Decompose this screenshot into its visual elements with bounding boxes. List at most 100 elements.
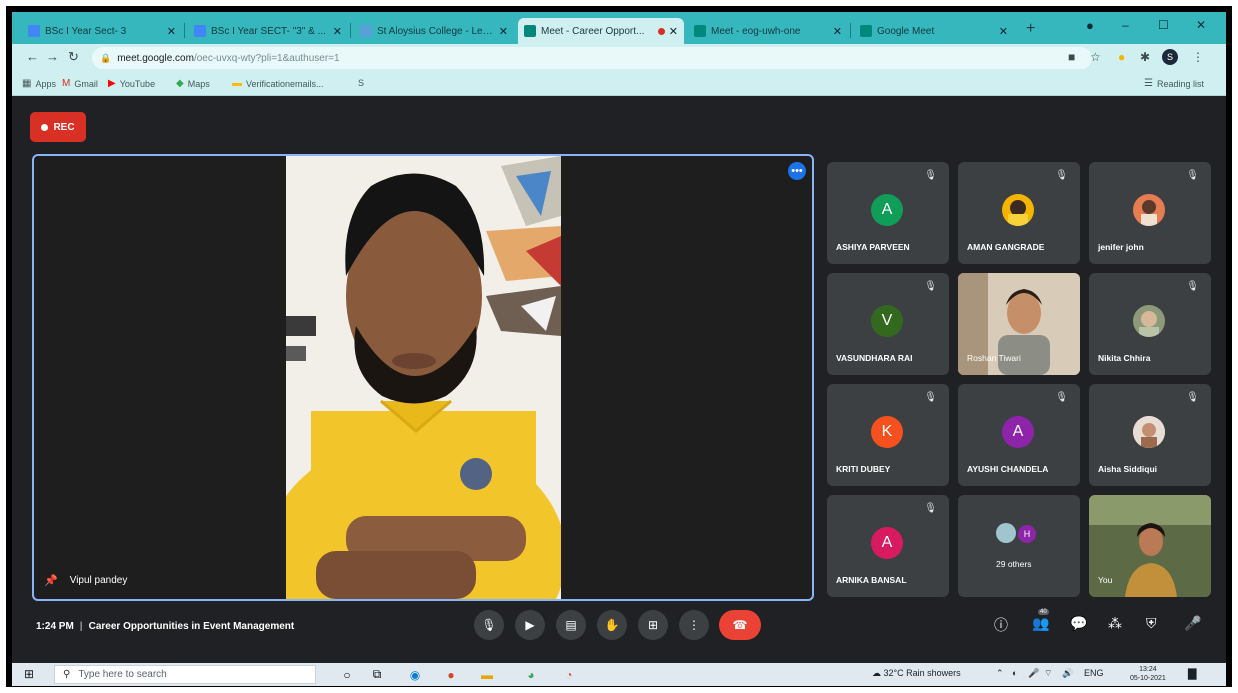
raise-hand-button[interactable]: ✋ — [597, 610, 627, 640]
volume-icon[interactable]: 🔊 — [1062, 668, 1073, 679]
bookmark-gmail[interactable]: M Gmail — [62, 78, 98, 89]
bookmark-maps[interactable]: ◆ Maps — [176, 78, 210, 89]
wifi-icon[interactable]: ⌔ — [1044, 668, 1052, 679]
bookmark-youtube[interactable]: ▶ YouTube — [108, 78, 155, 89]
weather-widget[interactable]: ☁ 32°C Rain showers — [872, 668, 961, 679]
tab-st-aloysius[interactable]: St Aloysius College - Learn... ✕ — [354, 18, 514, 44]
file-explorer-icon[interactable]: ▬ — [478, 666, 496, 683]
bookmark-label: Maps — [187, 78, 210, 89]
bookmark-label: YouTube — [119, 78, 156, 89]
avatar[interactable]: S — [1162, 49, 1178, 65]
puzzle-icon[interactable]: ✱ — [1140, 50, 1150, 64]
reload-icon[interactable]: ↻ — [68, 49, 79, 65]
bookmark-apps[interactable]: ▦ Apps — [22, 78, 56, 89]
participant-tile[interactable]: 🎙 Nikita Chhira — [1089, 273, 1211, 375]
address-bar[interactable]: 🔒 meet.google.com /oec-uvxq-wty?pli=1&au… — [92, 47, 1092, 69]
meet-icon — [694, 25, 706, 37]
recording-button[interactable]: REC — [30, 112, 86, 142]
close-icon[interactable]: ✕ — [499, 25, 508, 38]
maximize-button[interactable]: ☐ — [1158, 18, 1169, 32]
tab-bsc-sect3[interactable]: BSc I Year Sect- 3 ✕ — [22, 18, 182, 44]
chrome-icon[interactable]: ◕ — [522, 666, 540, 683]
bookmark-s[interactable]: S — [358, 78, 364, 88]
camera-icon: ▶ — [525, 618, 535, 632]
more-options-button[interactable]: ⋮ — [679, 610, 709, 640]
close-icon[interactable]: ✕ — [999, 25, 1008, 38]
chevron-up-icon[interactable]: ⌃ — [996, 668, 1004, 679]
minimize-button[interactable]: – — [1122, 18, 1129, 32]
present-button[interactable]: ⊞ — [638, 610, 668, 640]
mic-tray-icon[interactable]: 🎤 — [1028, 668, 1039, 679]
participant-tile[interactable]: 🎙 Aisha Siddiqui — [1089, 384, 1211, 486]
mic-button[interactable]: 🎙 — [474, 610, 504, 640]
avatar — [1002, 194, 1034, 226]
participant-tile[interactable]: 🎙 AMAN GANGRADE — [958, 162, 1080, 264]
tab-meet-career[interactable]: Meet - Career Opport... ✕ — [518, 18, 684, 44]
forward-arrow-icon[interactable]: → — [46, 49, 59, 64]
participant-tile[interactable]: 🎙 A AYUSHI CHANDELA — [958, 384, 1080, 486]
youtube-icon: ▶ — [108, 78, 116, 89]
activities-button[interactable]: ⁂ — [1108, 615, 1122, 632]
system-clock[interactable]: 13:24 05-10-2021 — [1130, 665, 1166, 683]
present-icon: ⊞ — [647, 618, 659, 632]
edge-icon[interactable]: ◉ — [406, 666, 424, 683]
new-tab-button[interactable]: + — [1026, 20, 1035, 38]
back-arrow-icon[interactable]: ← — [26, 49, 39, 64]
participant-tile[interactable]: 🎙 K KRITI DUBEY — [827, 384, 949, 486]
powerpoint-icon[interactable]: ● — [442, 666, 460, 683]
close-icon[interactable]: ✕ — [833, 25, 842, 38]
presenter-tile[interactable]: ••• 📌 Vipul pandey — [32, 154, 814, 601]
info-button[interactable]: ⓘ — [994, 615, 1008, 635]
meet-controls-bar: 1:24 PM | Career Opportunities in Event Ma… — [12, 601, 1226, 663]
bookmark-icon: ▬ — [232, 78, 242, 89]
others-tile[interactable]: H 29 others — [958, 495, 1080, 597]
participant-name: ASHIYA PARVEEN — [836, 242, 910, 252]
star-icon[interactable]: ☆ — [1090, 50, 1101, 64]
participant-name: Aisha Siddiqui — [1098, 464, 1158, 474]
record-icon — [41, 123, 49, 131]
people-button[interactable]: 40 👥 — [1032, 609, 1049, 632]
task-view-icon[interactable]: ⧉ — [368, 666, 386, 683]
windows-start-icon[interactable]: ⊞ — [24, 667, 34, 681]
camera-indicator-icon[interactable]: ■ — [1068, 50, 1075, 64]
tab-title: Meet - Career Opport... — [541, 25, 645, 37]
extension-icon[interactable]: ● — [1118, 50, 1125, 64]
reading-list-button[interactable]: ☰ Reading list — [1144, 78, 1204, 89]
close-icon[interactable]: ✕ — [669, 25, 678, 38]
close-window-button[interactable]: ✕ — [1196, 18, 1206, 32]
participant-name: jenifer john — [1098, 242, 1144, 252]
participant-tile[interactable]: Roshan Tiwari — [958, 273, 1080, 375]
close-icon[interactable]: ✕ — [167, 25, 176, 38]
bookmark-verification[interactable]: ▬ Verificationemails... — [232, 78, 324, 89]
presenter-video-image — [286, 156, 561, 599]
tab-meet-eog[interactable]: Meet - eog-uwh-one ✕ — [688, 18, 848, 44]
app-icon[interactable]: ◔ — [560, 666, 578, 683]
menu-dots-icon[interactable]: ⋮ — [1192, 50, 1204, 64]
end-call-button[interactable]: ☎ — [719, 610, 761, 640]
meeting-title: Career Opportunities in Event Management — [88, 621, 295, 632]
network-icon[interactable]: ◐ — [1012, 668, 1017, 678]
chat-button[interactable]: 💬 — [1070, 615, 1087, 632]
participant-tile[interactable]: 🎙 jenifer john — [1089, 162, 1211, 264]
close-icon[interactable]: ✕ — [333, 25, 342, 38]
participant-tile[interactable]: 🎙 A ARNIKA BANSAL — [827, 495, 949, 597]
host-controls-button[interactable]: ⛨ — [1146, 615, 1157, 632]
camera-button[interactable]: ▶ — [515, 610, 545, 640]
more-options-icon[interactable]: ••• — [788, 162, 806, 180]
tab-google-meet[interactable]: Google Meet ✕ — [854, 18, 1014, 44]
avatar — [1133, 194, 1165, 226]
language-indicator[interactable]: ENG — [1084, 668, 1104, 678]
tab-bsc-sect3-b[interactable]: BSc I Year SECT- "3" & ... ✕ — [188, 18, 348, 44]
participant-tile[interactable]: 🎙 A ASHIYA PARVEEN — [827, 162, 949, 264]
participant-name: AMAN GANGRADE — [967, 242, 1045, 252]
mic-indicator: 🎤 — [1184, 615, 1201, 632]
mic-muted-icon: 🎙 — [1186, 392, 1199, 403]
taskbar-search[interactable]: ⚲ Type here to search — [54, 665, 316, 684]
profile-circle-icon[interactable]: ● — [1086, 18, 1094, 33]
captions-button[interactable]: ▤ — [556, 610, 586, 640]
bookmark-label: Verificationemails... — [246, 78, 324, 89]
notifications-icon[interactable]: ▇ — [1188, 667, 1196, 680]
participant-tile[interactable]: 🎙 V VASUNDHARA RAI — [827, 273, 949, 375]
cortana-icon[interactable]: ○ — [338, 666, 356, 683]
self-tile[interactable]: You — [1089, 495, 1211, 597]
